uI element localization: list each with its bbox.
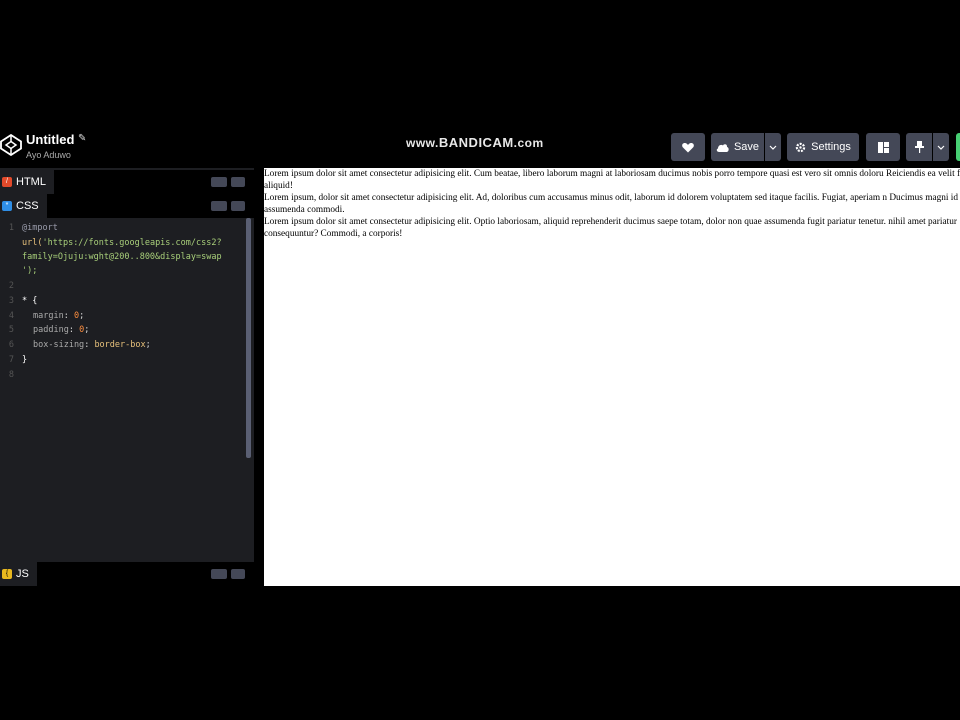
settings-button[interactable]: Settings [787,133,859,161]
account-button-edge[interactable] [956,133,960,161]
tab-html[interactable]: / HTML [0,170,54,194]
line-number: 7 [8,355,14,365]
bandicam-watermark: www.BANDICAM.com [406,135,544,150]
js-settings-button[interactable] [211,569,227,579]
settings-label: Settings [811,141,851,153]
html-collapse-button[interactable] [231,177,245,187]
line-number: 2 [8,281,14,291]
save-button[interactable]: Save [711,133,764,161]
preview-paragraph: Lorem ipsum dolor sit amet consectetur a… [264,169,960,191]
heart-icon [682,142,694,152]
line-number: 6 [8,340,14,350]
pin-icon [914,141,924,153]
line-number: 3 [8,296,14,306]
line-number: 8 [8,370,14,380]
code-line: * { [22,296,38,306]
tab-js-label: JS [16,568,29,580]
tab-js[interactable]: { JS [0,562,37,586]
tab-html-label: HTML [16,176,46,188]
js-badge-icon: { [2,569,12,579]
line-number: 1 [8,223,14,233]
html-settings-button[interactable] [211,177,227,187]
tab-css[interactable]: * CSS [0,194,47,218]
code-line: family=Ojuju:wght@200..800&display=swap [22,252,222,262]
watermark-main: BANDICAM [438,135,514,150]
code-line: } [22,355,28,365]
css-collapse-button[interactable] [231,201,245,211]
tab-css-label: CSS [16,200,39,212]
cloud-icon [716,143,729,152]
code-line: '); [22,266,38,276]
js-collapse-button[interactable] [231,569,245,579]
pin-dropdown-button[interactable] [933,133,949,161]
line-number: 5 [8,325,14,335]
css-settings-button[interactable] [211,201,227,211]
code-line: box-sizing: border-box; [33,340,151,350]
edit-title-pencil-icon[interactable]: ✎ [78,133,86,144]
code-line: padding: 0; [33,325,90,335]
pane-resizer[interactable] [254,168,264,586]
save-label: Save [733,141,760,153]
chevron-down-icon [937,145,945,150]
result-preview[interactable]: Lorem ipsum dolor sit amet consectetur a… [264,168,960,586]
watermark-prefix: www. [406,136,439,150]
codepen-logo-icon[interactable] [0,134,22,156]
pin-button[interactable] [906,133,932,161]
layout-icon [877,141,889,153]
love-button[interactable] [671,133,705,161]
watermark-suffix: .com [513,136,544,150]
html-badge-icon: / [2,177,12,187]
css-badge-icon: * [2,201,12,211]
code-line: @import [22,223,58,233]
preview-paragraph: Lorem ipsum, dolor sit amet consectetur … [264,193,960,215]
gear-icon [795,142,806,152]
change-view-button[interactable] [866,133,900,161]
css-code-editor[interactable]: 1 @import url('https://fonts.googleapis.… [0,218,245,458]
chevron-down-icon [769,145,777,150]
css-editor-scrollbar[interactable] [246,218,251,458]
code-line: url('https://fonts.googleapis.com/css2? [22,238,222,248]
author-name[interactable]: Ayo Aduwo [26,150,71,160]
pen-title[interactable]: Untitled [26,132,74,147]
line-number: 4 [8,311,14,321]
code-line: margin: 0; [33,311,85,321]
save-dropdown-button[interactable] [765,133,781,161]
preview-paragraph: Lorem ipsum dolor sit amet consectetur a… [264,217,957,239]
